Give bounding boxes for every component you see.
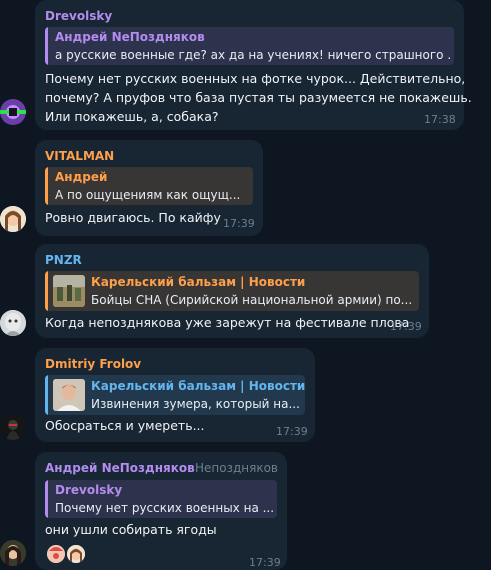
message-time: 17:39 — [223, 217, 255, 230]
reply-bar — [45, 271, 48, 311]
message-bubble[interactable]: Андрей NeПоздняков Непоздняков Drevolsky… — [35, 452, 287, 570]
reply-bar — [45, 27, 48, 65]
message-text-line: Почему нет русских военных на фотке чуро… — [45, 71, 466, 86]
message-text: Когда непозднякова уже зарежут на фестив… — [45, 315, 410, 330]
sender-tag: Непоздняков — [195, 461, 278, 475]
reply-quote[interactable]: Карельский бальзам | Новости Извинения з… — [45, 375, 305, 415]
avatar[interactable] — [0, 99, 26, 125]
sender-name[interactable]: VITALMAN — [45, 149, 114, 163]
reply-text: Извинения зумера, который на... — [91, 397, 299, 411]
message-text: Ровно двигаюсь. По кайфу — [45, 210, 221, 225]
reaction-avatar[interactable] — [67, 545, 85, 563]
reply-quote[interactable]: Андрей А по ощущениям как ощущ... — [45, 167, 253, 205]
message-text-line: почему? А пруфов что база пустая ты разу… — [45, 90, 472, 105]
sender-name[interactable]: PNZR — [45, 253, 82, 267]
reply-bar — [45, 375, 48, 415]
sender-name[interactable]: Drevolsky — [45, 9, 112, 23]
avatar[interactable] — [0, 310, 26, 336]
message-time: 17:39 — [249, 556, 281, 569]
avatar[interactable] — [0, 414, 26, 440]
reply-title: Drevolsky — [55, 483, 123, 497]
reply-quote[interactable]: Андрей NeПоздняков а русские военные где… — [45, 27, 454, 65]
message-time: 17:39 — [390, 320, 422, 333]
reply-thumbnail — [53, 275, 85, 307]
message-bubble[interactable]: Drevolsky Андрей NeПоздняков а русские в… — [35, 0, 472, 130]
message-text: они ушли собирать ягоды — [45, 522, 217, 537]
reply-title: Андрей — [55, 170, 108, 184]
reaction-avatar[interactable] — [47, 545, 65, 563]
reply-text: А по ощущениям как ощущ... — [55, 188, 241, 202]
reply-quote[interactable]: Drevolsky Почему нет русских военных на … — [45, 480, 277, 518]
message-text: Обосраться и умереть... — [45, 418, 205, 433]
message-bubble[interactable]: Dmitriy Frolov Карельский бальзам | Ново… — [35, 348, 315, 442]
avatar[interactable] — [0, 540, 26, 566]
sender-name[interactable]: Андрей NeПоздняков — [45, 461, 195, 475]
reply-text: Бойцы СНА (Сирийской национальной армии)… — [91, 293, 411, 307]
reply-text: а русские военные где? ах да на учениях!… — [55, 48, 450, 62]
message-text-line: Или покажешь, а, собака? — [45, 109, 219, 124]
message-time: 17:39 — [276, 425, 308, 438]
reply-bar — [45, 167, 48, 205]
sender-name[interactable]: Dmitriy Frolov — [45, 357, 141, 371]
reply-title: Андрей NeПоздняков — [55, 30, 205, 44]
avatar[interactable] — [0, 206, 26, 232]
reply-text: Почему нет русских военных на ... — [55, 501, 273, 515]
reply-title: Карельский бальзам | Новости — [91, 379, 305, 393]
reply-title: Карельский бальзам | Новости — [91, 275, 306, 289]
message-bubble[interactable]: PNZR Карельский бальзам | Новости Бойцы … — [35, 244, 429, 338]
message-bubble[interactable]: VITALMAN Андрей А по ощущениям как ощущ.… — [35, 140, 263, 236]
reply-quote[interactable]: Карельский бальзам | Новости Бойцы СНА (… — [45, 271, 419, 311]
reply-thumbnail — [53, 379, 85, 411]
message-time: 17:38 — [424, 113, 456, 126]
reply-bar — [45, 480, 48, 518]
